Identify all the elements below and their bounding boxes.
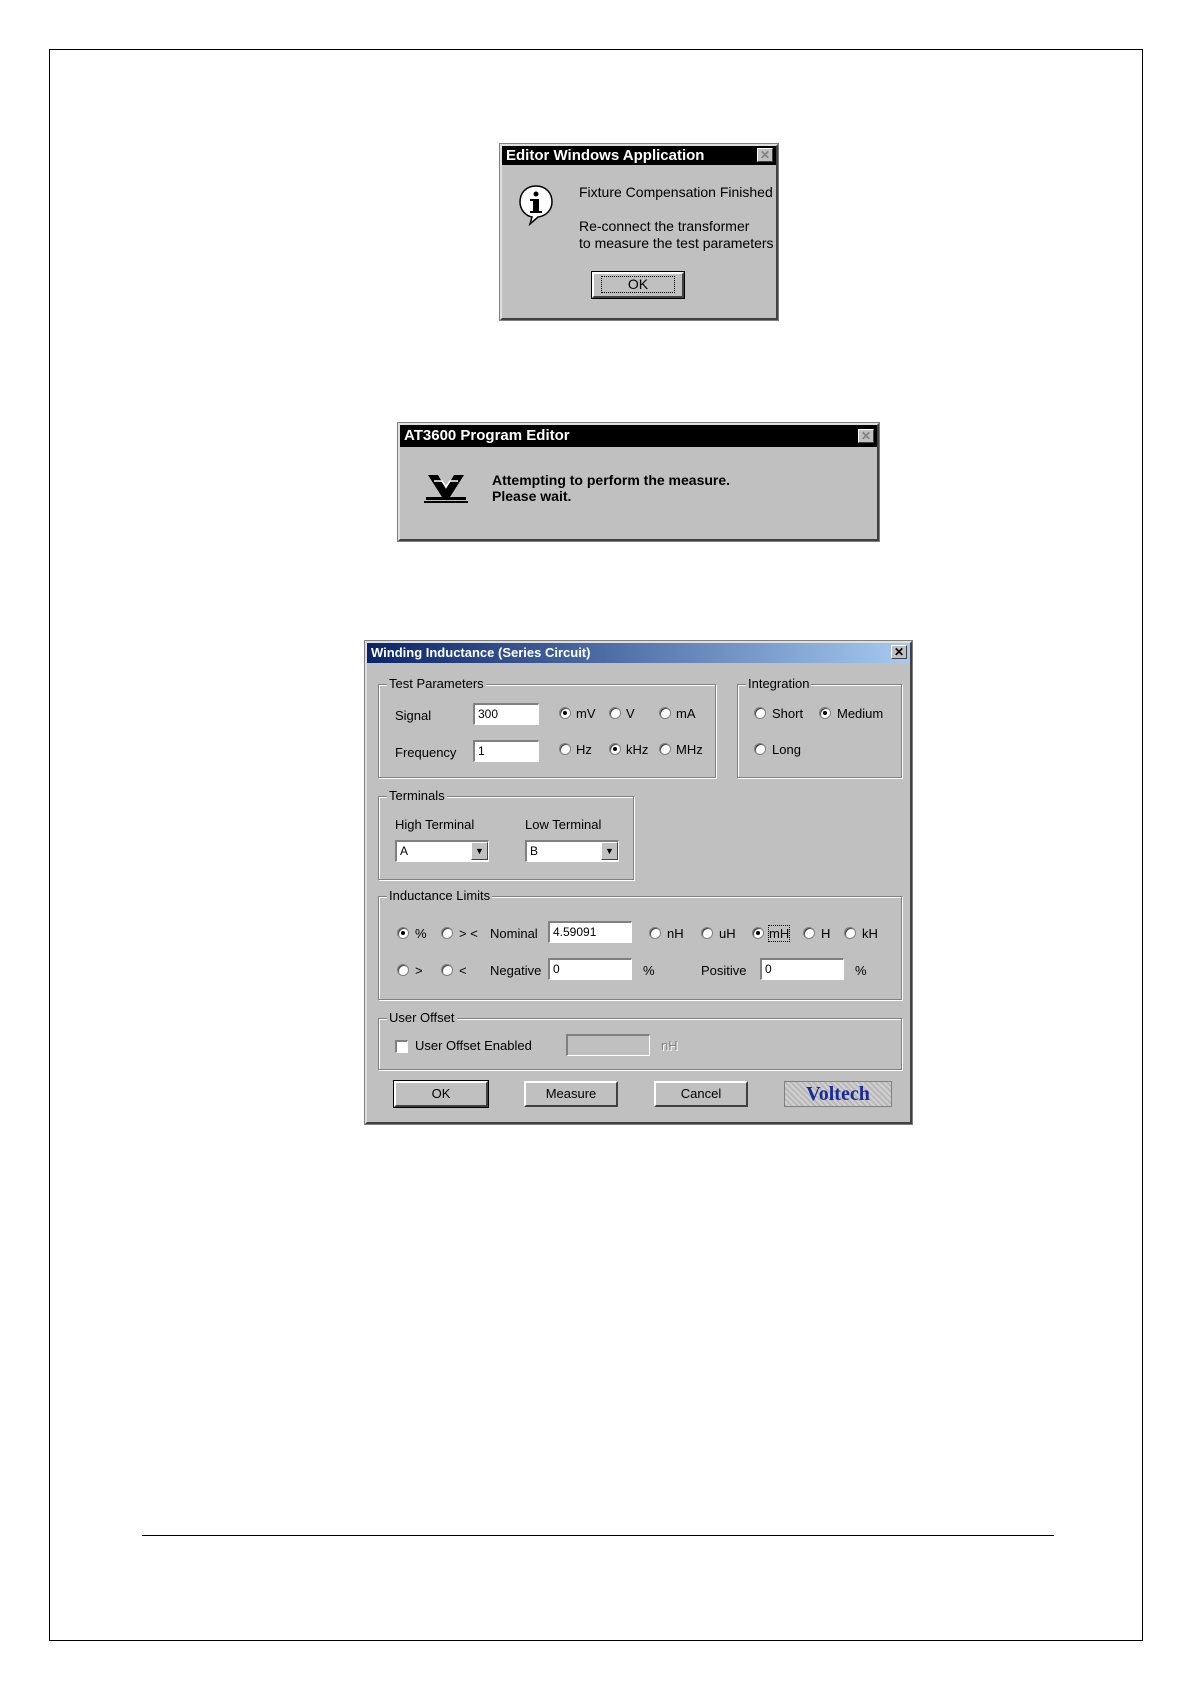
integration-medium-radio[interactable] [819,707,831,719]
unit-uh-label: uH [719,926,736,941]
group-label: User Offset [387,1010,457,1025]
user-offset-input[interactable] [566,1034,650,1056]
integration-group: Integration Short Medium Long [737,676,902,778]
integration-long-radio[interactable] [754,743,766,755]
limit-mode-range-radio[interactable] [441,927,453,939]
group-label: Integration [746,676,812,691]
chevron-down-icon[interactable]: ▼ [601,842,618,860]
low-terminal-select[interactable]: B ▼ [525,840,619,862]
chevron-down-icon[interactable]: ▼ [471,842,488,860]
terminals-group: Terminals High Terminal A ▼ Low Terminal… [378,788,634,880]
message-line-2: Please wait. [492,488,572,504]
message-line-2: Re-connect the transformer [579,218,750,234]
unit-uh-radio[interactable] [701,927,713,939]
positive-input[interactable]: 0 [760,958,844,980]
nominal-input[interactable]: 4.59091 [548,921,632,943]
integration-medium-label: Medium [837,706,884,721]
limit-mode-gt-label: > [415,963,423,978]
cancel-button[interactable]: Cancel [654,1081,748,1107]
unit-h-radio[interactable] [803,927,815,939]
close-icon[interactable]: ✕ [891,645,907,659]
low-terminal-value: B [530,844,539,858]
at3600-program-editor-dialog: AT3600 Program Editor ✕ Attempting to pe… [398,423,879,541]
winding-inductance-dialog: Winding Inductance (Series Circuit) ✕ Te… [365,641,912,1124]
signal-unit-mv-label: mV [576,706,596,721]
frequency-unit-khz-radio[interactable] [609,743,621,755]
group-label: Inductance Limits [387,888,493,903]
unit-mh-label: mH [767,925,791,942]
limit-mode-percent-label: % [415,926,427,941]
unit-nh-label: nH [667,926,684,941]
dialog-title: Editor Windows Application [506,147,705,164]
low-terminal-label: Low Terminal [525,817,602,832]
unit-kh-label: kH [862,926,878,941]
signal-unit-v-radio[interactable] [609,707,621,719]
limit-mode-lt-label: < [459,963,467,978]
info-icon [518,184,554,227]
frequency-unit-hz-label: Hz [576,742,592,757]
user-offset-group: User Offset User Offset Enabled nH [378,1010,902,1070]
close-icon[interactable]: ✕ [858,429,874,443]
dialog-title: Winding Inductance (Series Circuit) [371,645,591,660]
unit-kh-radio[interactable] [844,927,856,939]
dialog-title-bar: Winding Inductance (Series Circuit) ✕ [367,643,910,663]
test-parameters-group: Test Parameters Signal 300 mV V mA Frequ… [378,676,716,778]
signal-unit-v-label: V [626,706,635,721]
group-label: Terminals [387,788,447,803]
positive-unit-label: % [855,963,867,978]
dialog-title-bar: Editor Windows Application ✕ [502,146,776,165]
unit-nh-radio[interactable] [649,927,661,939]
measure-button[interactable]: Measure [524,1081,618,1107]
frequency-unit-mhz-radio[interactable] [659,743,671,755]
high-terminal-label: High Terminal [395,817,475,832]
ok-button[interactable]: OK [591,271,685,299]
signal-label: Signal [395,708,432,723]
integration-short-radio[interactable] [754,707,766,719]
limit-mode-lt-radio[interactable] [441,964,453,976]
high-terminal-select[interactable]: A ▼ [395,840,489,862]
voltech-logo: Voltech [784,1081,892,1107]
frequency-input[interactable]: 1 [473,740,539,762]
frequency-unit-hz-radio[interactable] [559,743,571,755]
limit-mode-range-label: > < [459,926,478,941]
message-line-1: Attempting to perform the measure. [492,472,731,488]
user-offset-checkbox[interactable] [395,1040,408,1053]
signal-unit-mv-radio[interactable] [559,707,571,719]
unit-h-label: H [821,926,831,941]
negative-unit-label: % [643,963,655,978]
inductance-limits-group: Inductance Limits % > < Nominal 4.59091 … [378,888,902,1000]
close-icon[interactable]: ✕ [757,148,773,162]
limit-mode-percent-radio[interactable] [397,927,409,939]
frequency-unit-khz-label: kHz [626,742,649,757]
footer-rule [142,1535,1054,1536]
dialog-title-bar: AT3600 Program Editor ✕ [400,425,877,447]
ok-button-label: OK [600,276,676,293]
unit-mh-radio[interactable] [752,927,764,939]
signal-input[interactable]: 300 [473,703,539,725]
user-offset-checkbox-label: User Offset Enabled [415,1038,532,1053]
ok-button[interactable]: OK [393,1080,489,1108]
frequency-unit-mhz-label: MHz [676,742,703,757]
editor-windows-application-dialog: Editor Windows Application ✕ Fixture Com… [500,144,778,320]
positive-label: Positive [701,963,747,978]
frequency-label: Frequency [395,745,457,760]
voltech-v-icon [422,471,470,505]
nominal-label: Nominal [490,926,538,941]
signal-unit-ma-label: mA [676,706,696,721]
message-line-1: Fixture Compensation Finished [579,184,773,200]
message-line-3: to measure the test parameters [579,235,774,251]
integration-long-label: Long [772,742,801,757]
user-offset-unit-label: nH [661,1038,678,1053]
integration-short-label: Short [772,706,804,721]
high-terminal-value: A [400,844,409,858]
negative-input[interactable]: 0 [548,958,632,980]
dialog-title: AT3600 Program Editor [404,427,570,444]
signal-unit-ma-radio[interactable] [659,707,671,719]
group-label: Test Parameters [387,676,486,691]
negative-label: Negative [490,963,542,978]
limit-mode-gt-radio[interactable] [397,964,409,976]
